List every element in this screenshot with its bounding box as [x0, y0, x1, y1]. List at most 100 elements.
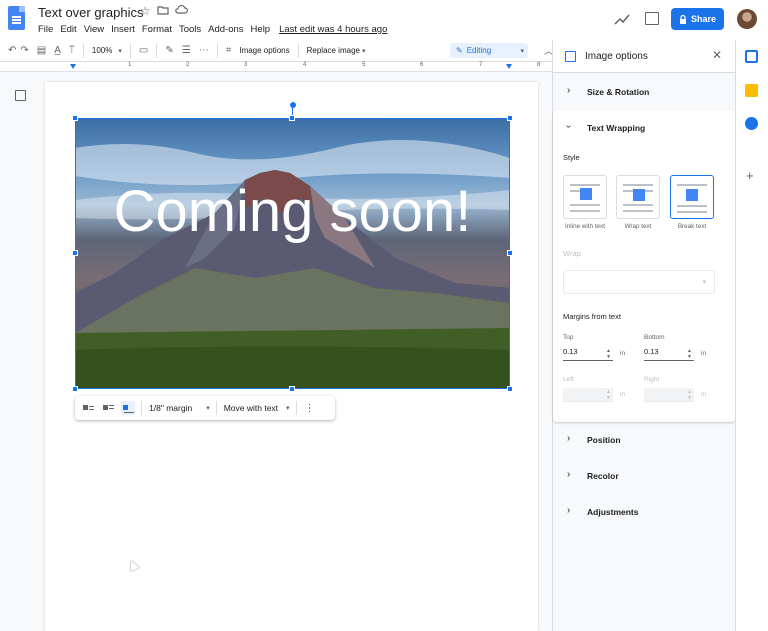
menu-help[interactable]: Help: [251, 24, 271, 35]
print-icon[interactable]: ▤: [37, 45, 46, 56]
border-dash-icon[interactable]: ⋯: [199, 45, 209, 56]
wrap-text-icon[interactable]: [101, 401, 115, 415]
stepper-arrows-icon[interactable]: ▲ ▼: [606, 348, 611, 360]
border-weight-icon[interactable]: ☰: [182, 45, 191, 56]
section-label: Text Wrapping: [587, 123, 646, 133]
menu-tools[interactable]: Tools: [179, 24, 201, 35]
unit-label: in: [701, 350, 707, 357]
trend-icon[interactable]: [614, 12, 630, 26]
resize-handle[interactable]: [289, 115, 295, 121]
mountain-illustration: [75, 140, 510, 389]
menu-edit[interactable]: Edit: [60, 24, 76, 35]
spellcheck-icon[interactable]: A̲: [54, 45, 61, 56]
wrap-option-label: Break text: [677, 223, 707, 230]
last-edit-link[interactable]: Last edit was 4 hours ago: [279, 24, 387, 35]
editing-mode-select[interactable]: ✎ Editing ▾: [450, 43, 528, 58]
resize-handle[interactable]: [72, 386, 78, 392]
break-text-option[interactable]: [670, 175, 714, 219]
avatar[interactable]: [737, 9, 757, 29]
resize-handle[interactable]: [507, 250, 513, 256]
paint-format-icon[interactable]: ⍑: [69, 45, 75, 56]
zoom-select[interactable]: 100%: [92, 46, 112, 55]
bottom-margin-input[interactable]: 0.13 ▲ ▼: [644, 347, 694, 361]
stepper-arrows-icon[interactable]: ▲ ▼: [687, 348, 692, 360]
comment-add-icon[interactable]: ▭: [139, 45, 148, 56]
inline-with-text-option[interactable]: [563, 175, 607, 219]
chevron-down-icon[interactable]: ▾: [118, 47, 122, 55]
menu-view[interactable]: View: [84, 24, 104, 35]
text-wrapping-card: › Text Wrapping Style Inline with text W…: [553, 110, 735, 422]
resize-handle[interactable]: [507, 386, 513, 392]
cloud-icon[interactable]: [174, 4, 188, 18]
wrap-select[interactable]: ▾: [563, 270, 715, 294]
section-size-rotation[interactable]: › Size & Rotation: [553, 74, 735, 110]
style-label: Style: [563, 153, 580, 162]
menu-addons[interactable]: Add-ons: [208, 24, 243, 35]
inline-wrap-icon[interactable]: [81, 401, 95, 415]
crop-icon[interactable]: ⌗: [226, 45, 232, 56]
ruler-number: 6: [420, 62, 424, 68]
section-position[interactable]: › Position: [553, 422, 735, 458]
ruler-number: 4: [303, 62, 307, 68]
menu-file[interactable]: File: [38, 24, 53, 35]
section-recolor[interactable]: › Recolor: [553, 458, 735, 494]
bottom-margin-value: 0.13: [644, 347, 659, 356]
margins-label: Margins from text: [563, 312, 621, 321]
image-options-button[interactable]: Image options: [239, 46, 289, 55]
pencil-icon: ✎: [456, 46, 463, 55]
chevron-down-icon[interactable]: ▾: [206, 404, 210, 412]
chevron-down-icon[interactable]: ▾: [286, 404, 290, 412]
document-image[interactable]: Coming soon!: [75, 118, 510, 389]
document-outline-icon[interactable]: [15, 90, 26, 101]
chevron-right-icon: ›: [567, 433, 571, 444]
share-label: Share: [690, 14, 716, 24]
top-margin-value: 0.13: [563, 347, 578, 356]
resize-handle[interactable]: [72, 250, 78, 256]
folder-icon[interactable]: [156, 4, 170, 18]
toolbar-divider: [295, 401, 297, 415]
menu-insert[interactable]: Insert: [111, 24, 135, 35]
right-indent-marker[interactable]: [506, 64, 512, 69]
document-title[interactable]: Text over graphics: [38, 5, 144, 20]
toolbar-divider: [129, 43, 131, 58]
docs-logo-icon[interactable]: [8, 6, 25, 30]
wrap-text-option[interactable]: [616, 175, 660, 219]
top-margin-input[interactable]: 0.13 ▲ ▼: [563, 347, 613, 361]
replace-image-button[interactable]: Replace image: [307, 46, 360, 55]
section-adjustments[interactable]: › Adjustments: [553, 494, 735, 530]
section-text-wrapping[interactable]: › Text Wrapping: [553, 110, 735, 146]
resize-handle[interactable]: [507, 115, 513, 121]
star-icon[interactable]: ☆: [138, 4, 152, 18]
add-addon-icon[interactable]: +: [746, 168, 754, 183]
toolbar-divider: [141, 401, 142, 415]
chevron-down-icon: ▾: [702, 279, 706, 286]
close-icon[interactable]: ✕: [712, 48, 722, 62]
chevron-right-icon: ›: [567, 85, 571, 96]
margin-select[interactable]: 1/8" margin: [149, 403, 192, 413]
panel-title: Image options: [585, 51, 648, 62]
pen-icon[interactable]: ✎: [165, 45, 173, 56]
chevron-down-icon: ▾: [520, 47, 524, 55]
redo-icon[interactable]: ↷: [20, 45, 28, 56]
resize-handle[interactable]: [289, 386, 295, 392]
position-mode-select[interactable]: Move with text: [224, 403, 278, 413]
tasks-icon[interactable]: [745, 117, 758, 130]
ruler-number: 5: [362, 62, 366, 68]
calendar-icon[interactable]: [745, 50, 758, 63]
unit-label: in: [620, 391, 626, 398]
share-button[interactable]: Share: [671, 8, 724, 30]
left-indent-marker[interactable]: [70, 64, 76, 69]
rotate-handle[interactable]: [290, 102, 296, 108]
toolbar-divider: [297, 43, 299, 58]
resize-handle[interactable]: [72, 115, 78, 121]
comment-icon[interactable]: [645, 12, 659, 25]
toolbar-divider: [216, 43, 218, 58]
keep-icon[interactable]: [745, 84, 758, 97]
menu-format[interactable]: Format: [142, 24, 172, 35]
undo-icon[interactable]: ↶: [8, 45, 16, 56]
right-margin-input: ▲ ▼: [644, 388, 694, 402]
lock-icon: [679, 14, 686, 24]
break-text-icon[interactable]: [121, 401, 135, 415]
ruler[interactable]: 1 2 3 4 5 6 7 8: [0, 62, 552, 72]
more-options-icon[interactable]: ⋮: [305, 403, 315, 414]
